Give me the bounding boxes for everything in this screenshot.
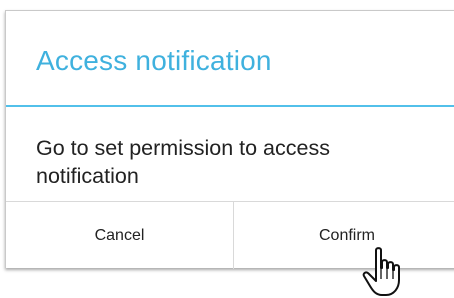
cancel-button[interactable]: Cancel: [6, 202, 233, 269]
dialog-message: Go to set permission to access notificat…: [36, 136, 330, 188]
screen: Access notification Go to set permission…: [0, 0, 454, 298]
confirm-button[interactable]: Confirm: [234, 202, 454, 269]
hand-pointer-icon: [362, 247, 400, 296]
dialog-title: Access notification: [36, 45, 272, 76]
title-divider: [6, 105, 454, 107]
dialog-header: Access notification: [6, 11, 454, 107]
permission-dialog: Access notification Go to set permission…: [5, 10, 454, 269]
